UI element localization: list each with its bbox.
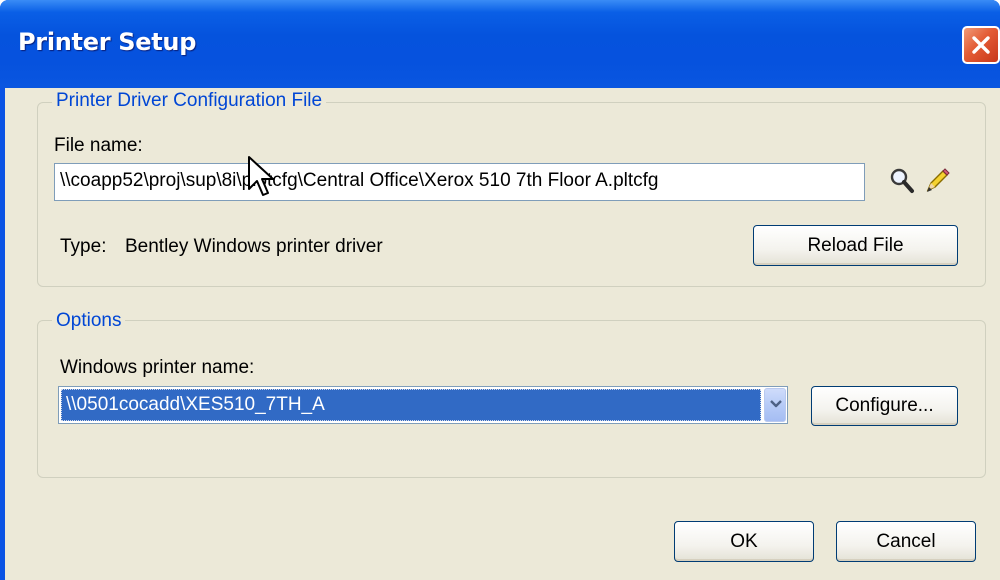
- configure-button-label: Configure...: [835, 395, 934, 416]
- reload-file-button[interactable]: Reload File: [753, 225, 958, 266]
- ok-button-label: OK: [730, 531, 758, 552]
- configure-button[interactable]: Configure...: [811, 386, 958, 426]
- mouse-pointer-icon: [248, 156, 274, 196]
- printer-name-select[interactable]: \\0501cocadd\XES510_7TH_A: [58, 386, 788, 424]
- cancel-button-label: Cancel: [876, 531, 936, 552]
- close-icon: [972, 36, 990, 54]
- ok-button[interactable]: OK: [674, 521, 814, 562]
- close-button[interactable]: [962, 26, 1000, 64]
- cancel-button[interactable]: Cancel: [836, 521, 976, 562]
- file-name-input[interactable]: \\coapp52\proj\sup\8i\plotcfg\Central Of…: [54, 163, 865, 201]
- printer-name-label: Windows printer name:: [60, 357, 255, 378]
- dialog-title: Printer Setup: [18, 28, 197, 56]
- driver-config-group-title: Printer Driver Configuration File: [52, 90, 327, 112]
- printer-name-selected-value: \\0501cocadd\XES510_7TH_A: [61, 389, 761, 421]
- dialog-body: Printer Driver Configuration File File n…: [5, 88, 1000, 580]
- edit-button[interactable]: [922, 166, 952, 196]
- title-bar[interactable]: Printer Setup: [0, 0, 1000, 88]
- file-name-label: File name:: [54, 135, 143, 156]
- printer-setup-dialog: Printer Setup Printer Driver Configurati…: [0, 0, 1000, 580]
- dropdown-arrow-button[interactable]: [764, 388, 786, 422]
- reload-file-button-label: Reload File: [807, 235, 904, 256]
- type-label: Type:: [60, 236, 107, 257]
- options-group-title: Options: [52, 310, 126, 332]
- type-value: Bentley Windows printer driver: [125, 236, 383, 257]
- pencil-icon: [926, 168, 950, 192]
- browse-button[interactable]: [887, 166, 917, 196]
- magnifier-icon: [890, 168, 914, 193]
- chevron-down-icon: [770, 400, 782, 408]
